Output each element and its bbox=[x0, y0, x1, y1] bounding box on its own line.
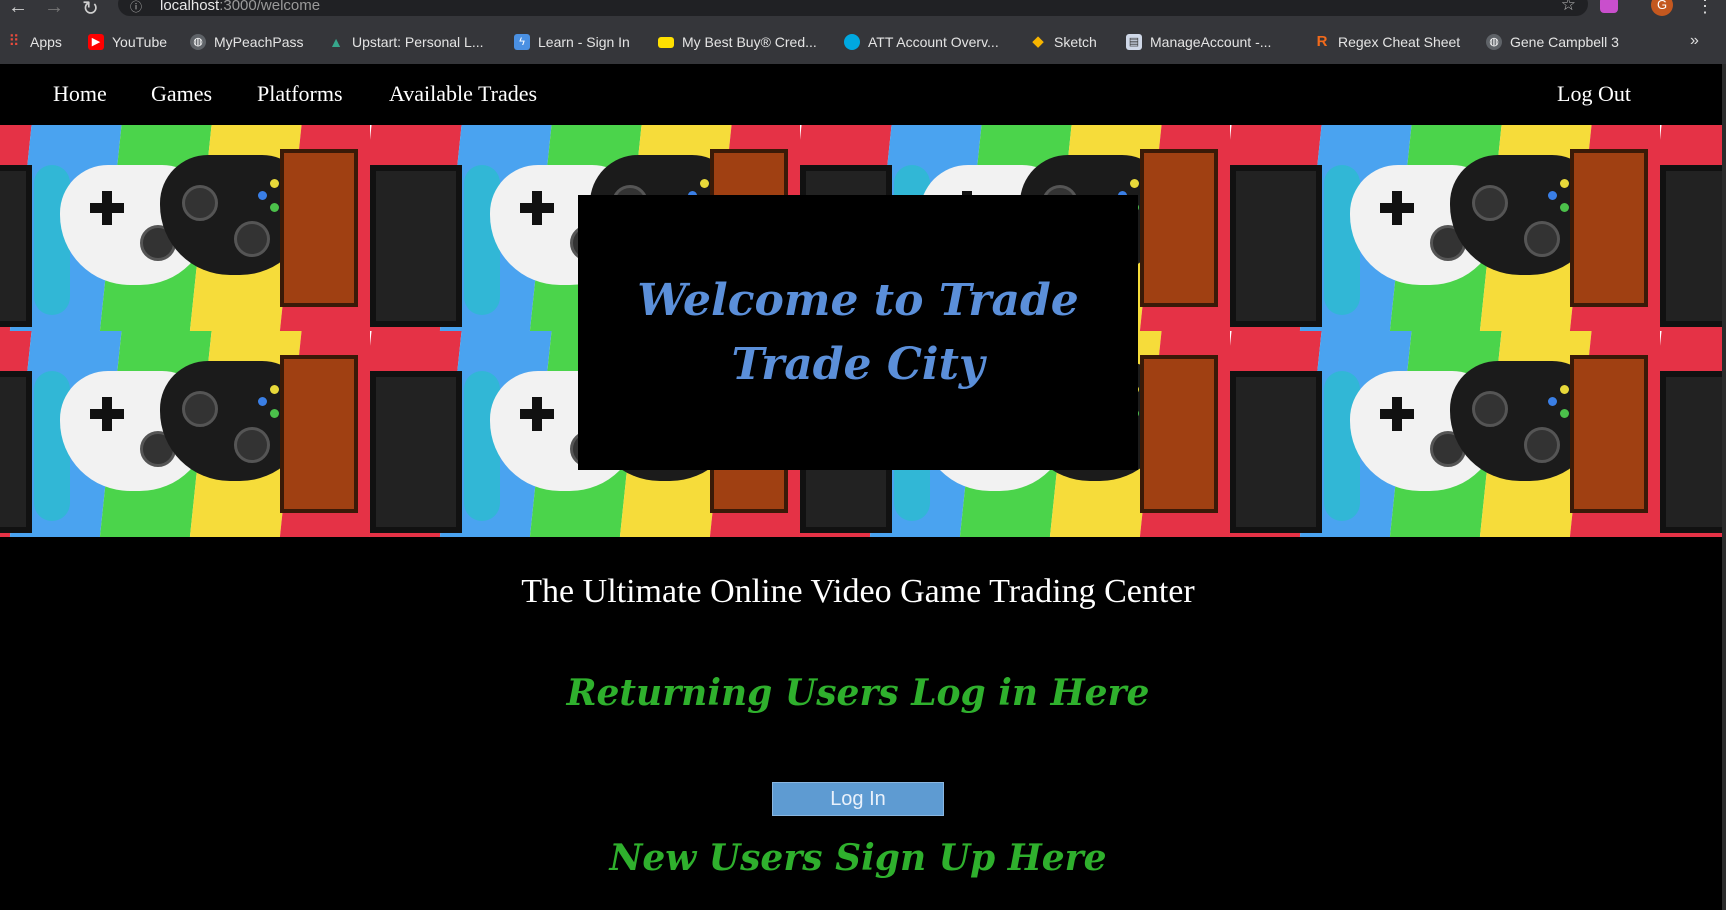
bookmarks-overflow-icon[interactable]: » bbox=[1690, 32, 1699, 50]
bookmark-label: Regex Cheat Sheet bbox=[1338, 34, 1461, 50]
login-button[interactable]: Log In bbox=[772, 782, 944, 816]
bookmark-label: MyPeachPass bbox=[214, 34, 304, 50]
extension-icon[interactable] bbox=[1600, 0, 1618, 13]
forward-arrow-icon[interactable]: → bbox=[44, 0, 64, 19]
url-text: localhost:3000/welcome bbox=[160, 0, 320, 14]
bookmark-sketch[interactable]: ◆ Sketch bbox=[1030, 33, 1097, 51]
bookmark-star-icon[interactable]: ☆ bbox=[1561, 0, 1576, 15]
bookmark-label: My Best Buy® Cred... bbox=[682, 34, 817, 50]
bookmark-label: Apps bbox=[30, 34, 62, 50]
bookmark-label: Sketch bbox=[1054, 34, 1097, 50]
collage-tile bbox=[1230, 331, 1660, 537]
learn-icon: ϟ bbox=[514, 34, 530, 50]
new-users-heading: New Users Sign Up Here bbox=[609, 837, 1107, 879]
youtube-icon: ▶ bbox=[88, 34, 104, 50]
browser-menu-icon[interactable]: ⋮ bbox=[1696, 0, 1714, 17]
regex-r-icon: R bbox=[1316, 33, 1328, 50]
upstart-icon: ▲ bbox=[329, 34, 343, 50]
bookmark-mypeachpass[interactable]: ◍ MyPeachPass bbox=[190, 34, 303, 50]
bookmark-learn[interactable]: ϟ Learn - Sign In bbox=[514, 34, 630, 50]
collage-tile bbox=[1660, 331, 1726, 537]
bookmark-label: Upstart: Personal L... bbox=[352, 34, 484, 50]
bookmark-label: ATT Account Overv... bbox=[868, 34, 999, 50]
collage-tile bbox=[1660, 125, 1726, 331]
nav-platforms-link[interactable]: Platforms bbox=[257, 81, 343, 107]
bookmark-label: ManageAccount -... bbox=[1150, 34, 1272, 50]
bookmark-gene-campbell[interactable]: ◍ Gene Campbell 3 bbox=[1486, 34, 1619, 50]
globe-icon: ◍ bbox=[1486, 34, 1502, 50]
nav-home-link[interactable]: Home bbox=[53, 81, 107, 107]
att-icon bbox=[844, 34, 860, 50]
bestbuy-card-icon bbox=[658, 36, 674, 48]
bookmark-bestbuy[interactable]: My Best Buy® Cred... bbox=[658, 34, 817, 50]
bookmark-label: YouTube bbox=[112, 34, 168, 50]
browser-toolbar: ← → ↻ ⓘ localhost:3000/welcome ☆ G ⋮ bbox=[0, 0, 1726, 22]
welcome-box: Welcome to Trade Trade City bbox=[578, 195, 1138, 470]
welcome-title: Welcome to Trade Trade City bbox=[637, 274, 1079, 390]
url-host: localhost bbox=[160, 0, 220, 14]
profile-avatar[interactable]: G bbox=[1651, 0, 1673, 16]
bookmark-att[interactable]: ATT Account Overv... bbox=[844, 34, 999, 50]
collage-tile bbox=[0, 125, 370, 331]
collage-tile bbox=[0, 331, 370, 537]
bookmarks-bar: ⠿ Apps ▶ YouTube ◍ MyPeachPass ▲ Upstart… bbox=[0, 22, 1726, 64]
nav-games-link[interactable]: Games bbox=[151, 81, 212, 107]
bookmark-label: Gene Campbell 3 bbox=[1510, 34, 1619, 50]
collage-tile bbox=[1230, 125, 1660, 331]
nav-available-trades-link[interactable]: Available Trades bbox=[389, 81, 537, 107]
url-path: :3000/welcome bbox=[219, 0, 321, 14]
globe-icon: ◍ bbox=[190, 34, 206, 50]
bookmark-youtube[interactable]: ▶ YouTube bbox=[88, 34, 167, 50]
bookmark-regex[interactable]: R Regex Cheat Sheet bbox=[1314, 33, 1461, 51]
site-navbar: Home Games Platforms Available Trades Lo… bbox=[0, 64, 1726, 125]
bookmark-upstart[interactable]: ▲ Upstart: Personal L... bbox=[328, 34, 484, 50]
back-arrow-icon[interactable]: ← bbox=[8, 0, 28, 19]
sketch-diamond-icon: ◆ bbox=[1032, 33, 1044, 50]
bookmark-label: Learn - Sign In bbox=[538, 34, 630, 50]
site-info-icon[interactable]: ⓘ bbox=[130, 0, 142, 15]
bookmark-manageaccount[interactable]: ▤ ManageAccount -... bbox=[1126, 34, 1271, 50]
document-icon: ▤ bbox=[1126, 34, 1142, 50]
hero-banner: Welcome to Trade Trade City bbox=[0, 125, 1726, 537]
address-bar[interactable]: ⓘ localhost:3000/welcome ☆ bbox=[118, 0, 1588, 16]
site-tagline: The Ultimate Online Video Game Trading C… bbox=[521, 573, 1195, 610]
page-scrollbar[interactable] bbox=[1722, 64, 1726, 910]
nav-logout-link[interactable]: Log Out bbox=[1557, 81, 1631, 107]
bookmark-apps[interactable]: ⠿ Apps bbox=[6, 33, 62, 51]
returning-users-heading: Returning Users Log in Here bbox=[566, 672, 1150, 714]
apps-grid-icon: ⠿ bbox=[8, 33, 20, 50]
reload-icon[interactable]: ↻ bbox=[82, 0, 99, 21]
